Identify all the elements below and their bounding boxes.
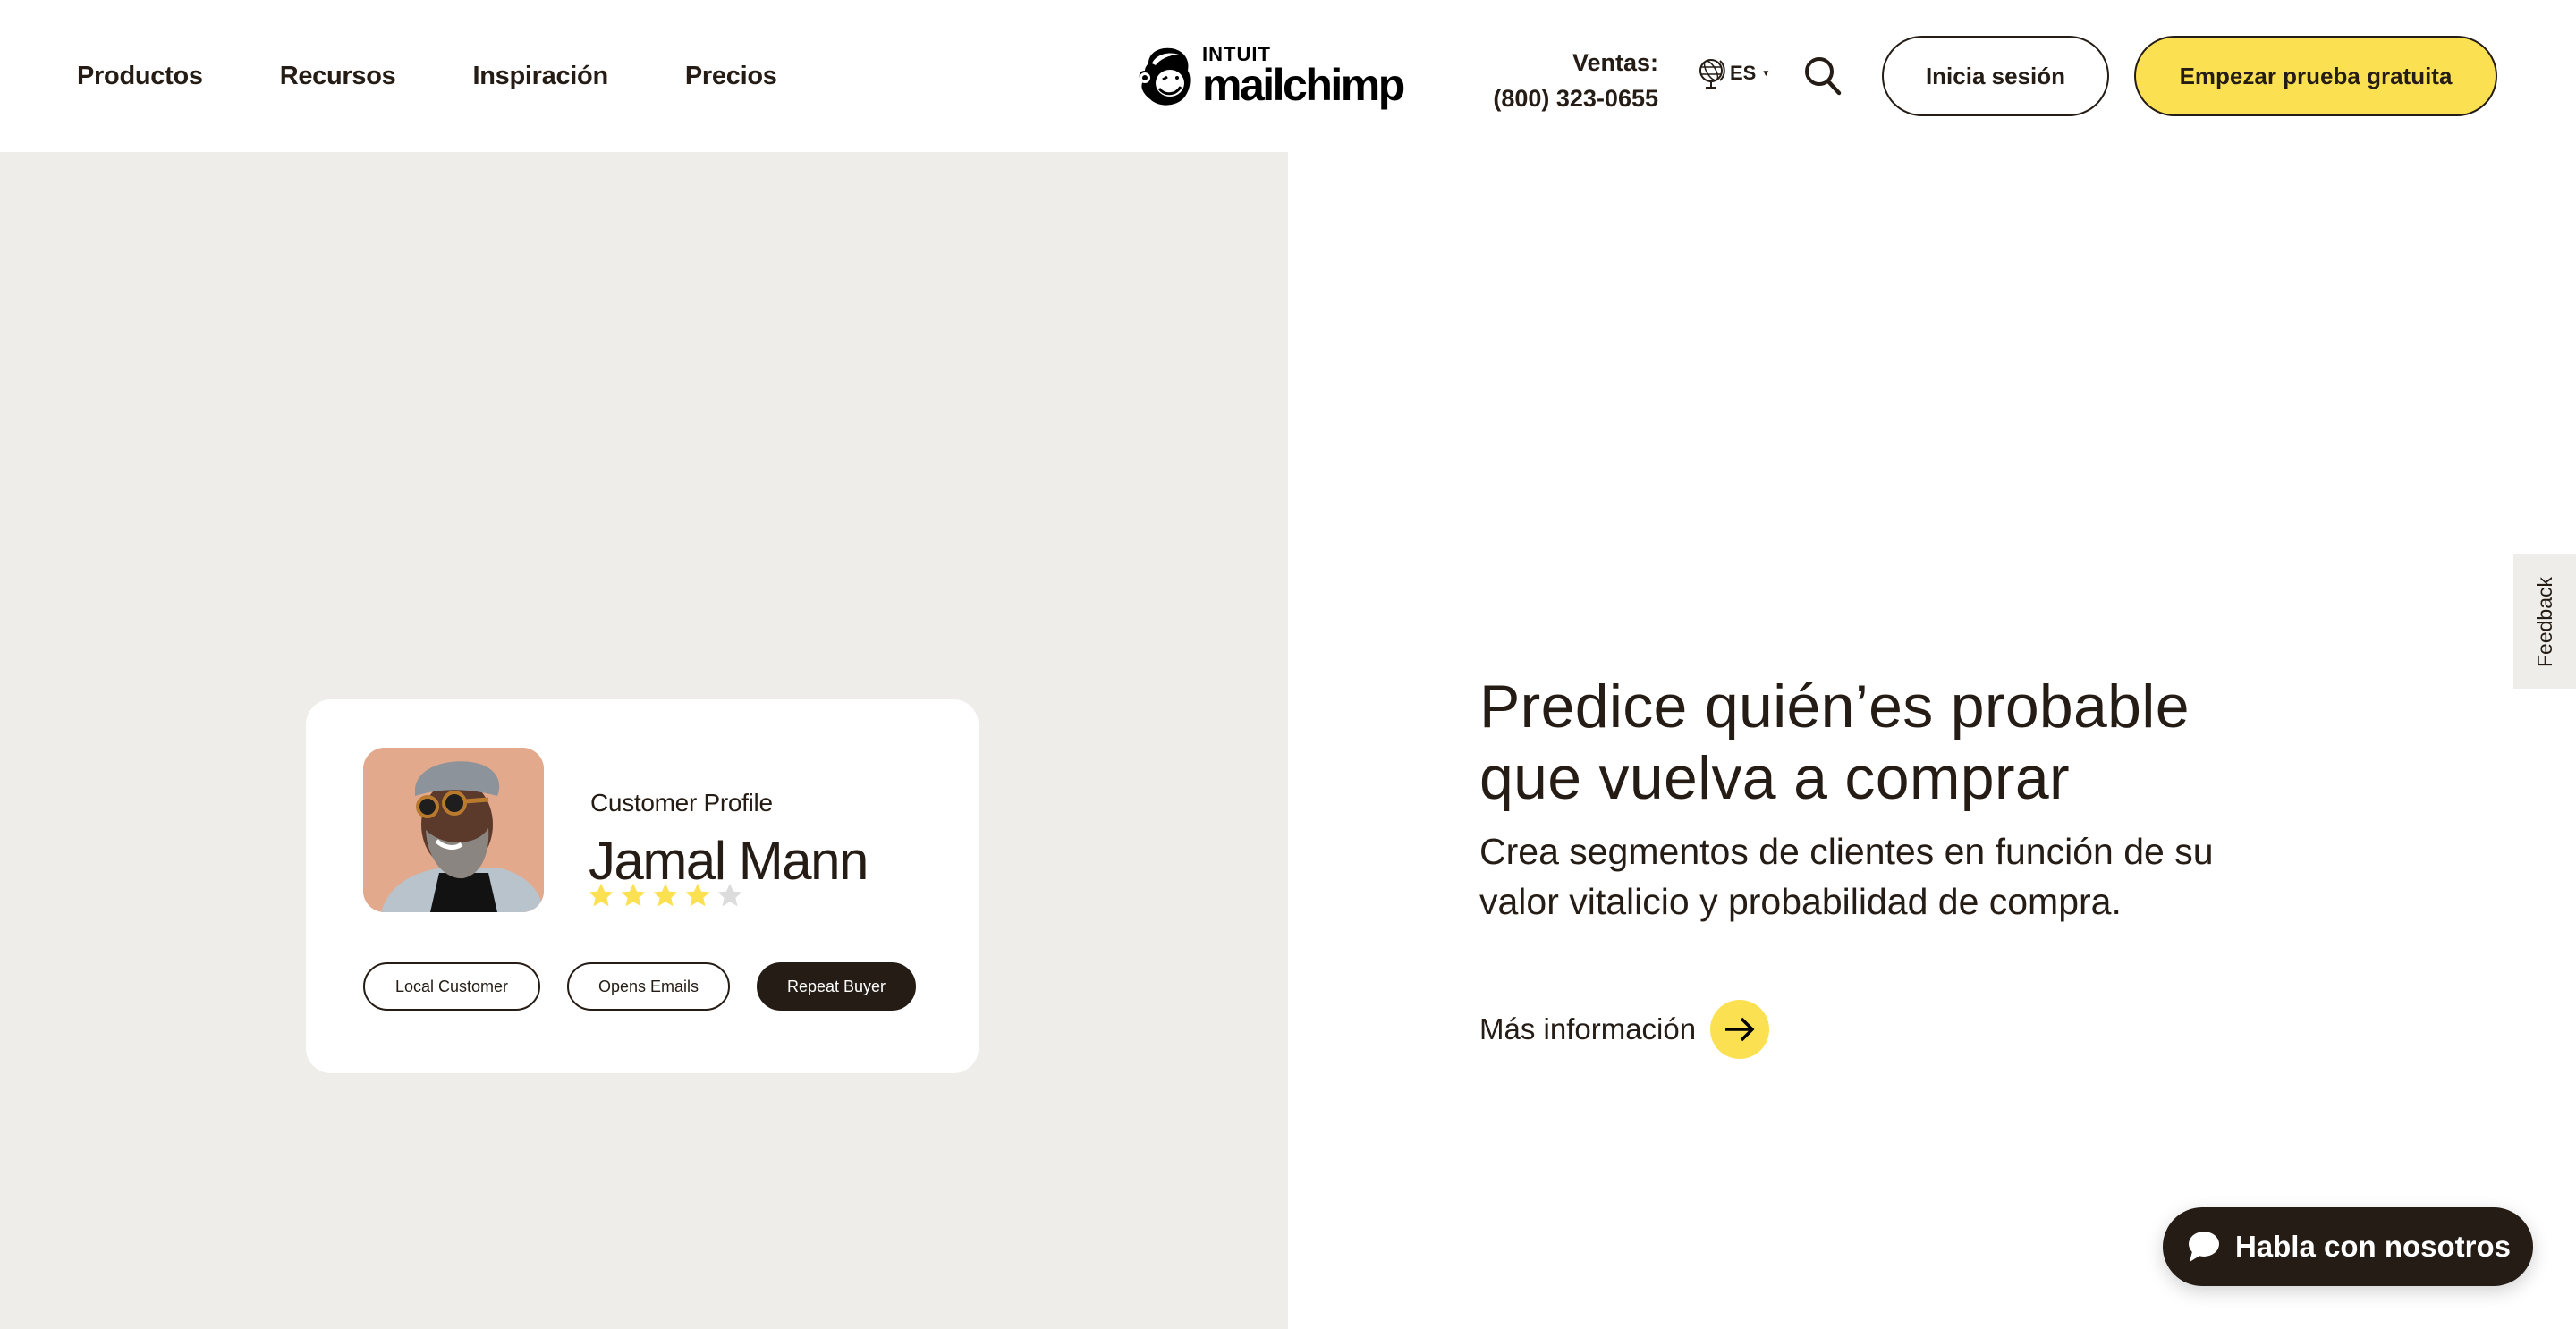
nav-item-inspiracion[interactable]: Inspiración	[472, 62, 608, 91]
customer-profile-card: Customer Profile Jamal Mann Local Custom…	[306, 699, 979, 1073]
site-header: Productos Recursos Inspiración Precios I…	[0, 0, 2576, 152]
feature-headline: Predice quién’es probable que vuelva a c…	[1479, 671, 2284, 814]
star-filled-icon	[589, 883, 614, 907]
feedback-tab[interactable]: Feedback	[2513, 554, 2576, 689]
search-button[interactable]	[1803, 55, 1843, 97]
profile-card-label: Customer Profile	[590, 789, 773, 817]
language-selector[interactable]: ES ▼	[1698, 57, 1770, 89]
feedback-label: Feedback	[2532, 576, 2556, 667]
illustration-panel: Customer Profile Jamal Mann Local Custom…	[0, 152, 1288, 1329]
nav-item-productos[interactable]: Productos	[77, 62, 203, 91]
customer-rating	[587, 882, 744, 909]
headline-line-2: que vuelva a comprar	[1479, 744, 2070, 812]
globe-icon	[1699, 59, 1725, 89]
freddie-monkey-icon	[1139, 47, 1191, 106]
tag-opens-emails[interactable]: Opens Emails	[567, 962, 730, 1011]
logo-brand-text: mailchimp	[1202, 60, 1405, 110]
learn-more-label: Más información	[1479, 1012, 1697, 1045]
login-button[interactable]: Inicia sesión	[1882, 36, 2109, 116]
caret-down-icon: ▼	[1761, 68, 1771, 79]
chat-label: Habla con nosotros	[2234, 1230, 2512, 1263]
feature-description: Crea segmentos de clientes en función de…	[1479, 826, 2284, 927]
arrow-right-icon	[1725, 1017, 1755, 1042]
chat-bubble-icon	[2188, 1232, 2219, 1262]
tag-local-customer[interactable]: Local Customer	[363, 962, 540, 1011]
customer-tags: Local Customer Opens Emails Repeat Buyer	[363, 962, 916, 1011]
description-line-2: valor vitalicio y probabilidad de compra…	[1479, 881, 2122, 922]
sales-contact: Ventas: (800) 323-0655	[1493, 45, 1658, 116]
star-filled-icon	[621, 883, 646, 907]
tag-repeat-buyer[interactable]: Repeat Buyer	[757, 962, 916, 1011]
chat-with-us-button[interactable]: Habla con nosotros	[2163, 1207, 2533, 1286]
sales-label: Ventas:	[1572, 49, 1658, 76]
description-line-1: Crea segmentos de clientes en función de…	[1479, 831, 2214, 872]
learn-more-link[interactable]: Más información	[1479, 1000, 1770, 1059]
nav-item-recursos[interactable]: Recursos	[280, 62, 396, 91]
customer-avatar	[363, 748, 544, 912]
language-code: ES	[1730, 62, 1757, 84]
mailchimp-logo[interactable]: INTUIT mailchimp	[1136, 43, 1405, 110]
customer-photo	[363, 748, 544, 912]
sales-phone-link[interactable]: (800) 323-0655	[1493, 85, 1658, 112]
start-free-trial-button[interactable]: Empezar prueba gratuita	[2134, 36, 2497, 116]
nav-item-precios[interactable]: Precios	[685, 62, 777, 91]
star-filled-icon	[653, 883, 678, 907]
main-nav: Productos Recursos Inspiración Precios	[77, 0, 777, 152]
search-icon	[1805, 57, 1842, 96]
headline-line-1: Predice quién’es probable	[1479, 673, 2190, 741]
star-filled-icon	[685, 883, 710, 907]
arrow-right-button[interactable]	[1710, 1000, 1770, 1059]
star-empty-icon	[717, 883, 742, 907]
